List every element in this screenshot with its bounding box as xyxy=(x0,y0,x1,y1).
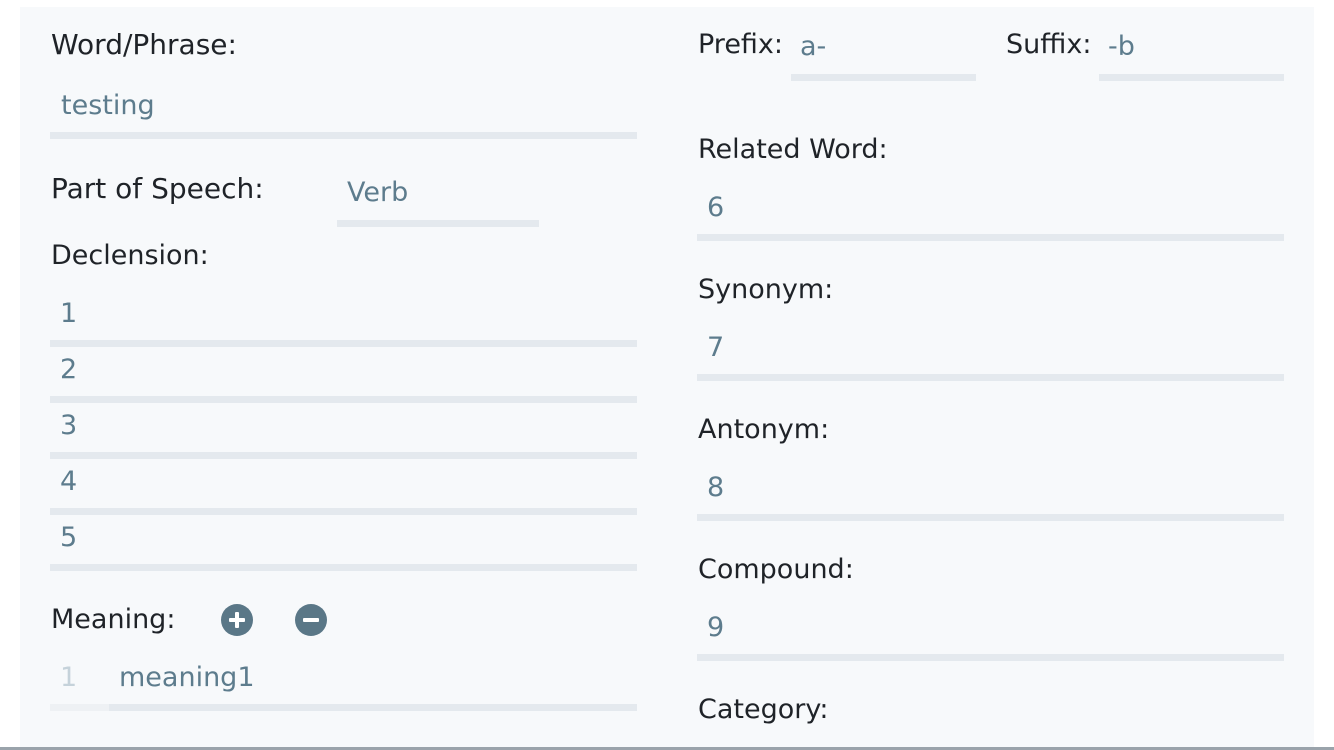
prefix-underline xyxy=(791,74,976,81)
declension-field-2[interactable]: 2 xyxy=(60,354,77,385)
meaning-index: 1 xyxy=(60,662,78,693)
minus-circle-icon xyxy=(303,618,319,622)
declension-underline-4 xyxy=(50,508,637,515)
antonym-underline xyxy=(697,514,1284,521)
suffix-field[interactable]: -b xyxy=(1108,31,1135,62)
synonym-underline xyxy=(697,374,1284,381)
compound-label: Compound: xyxy=(698,554,854,585)
declension-field-4[interactable]: 4 xyxy=(60,466,77,497)
related-word-underline xyxy=(697,234,1284,241)
part-of-speech-label: Part of Speech: xyxy=(51,172,264,205)
related-word-field[interactable]: 6 xyxy=(707,192,724,223)
meaning-label: Meaning: xyxy=(51,604,176,635)
suffix-underline xyxy=(1099,74,1284,81)
declension-underline-1 xyxy=(50,340,637,347)
part-of-speech-underline xyxy=(337,220,539,227)
prefix-field[interactable]: a- xyxy=(800,31,826,62)
word-phrase-underline xyxy=(50,132,637,139)
synonym-label: Synonym: xyxy=(698,274,834,305)
declension-field-1[interactable]: 1 xyxy=(60,298,77,329)
declension-underline-3 xyxy=(50,452,637,459)
word-phrase-label: Word/Phrase: xyxy=(51,28,237,61)
suffix-label: Suffix: xyxy=(1006,29,1092,60)
prefix-label: Prefix: xyxy=(698,29,784,60)
antonym-label: Antonym: xyxy=(698,414,830,445)
declension-field-5[interactable]: 5 xyxy=(60,522,77,553)
category-label: Category: xyxy=(698,694,829,725)
part-of-speech-field[interactable]: Verb xyxy=(347,177,408,208)
declension-field-3[interactable]: 3 xyxy=(60,410,77,441)
declension-underline-2 xyxy=(50,396,637,403)
add-meaning-button[interactable] xyxy=(221,604,253,636)
compound-field[interactable]: 9 xyxy=(707,612,724,643)
word-phrase-field[interactable]: testing xyxy=(61,90,155,121)
antonym-field[interactable]: 8 xyxy=(707,472,724,503)
remove-meaning-button[interactable] xyxy=(295,604,327,636)
meaning-underline-1 xyxy=(109,704,637,711)
compound-underline xyxy=(697,654,1284,661)
meaning-field-1[interactable]: meaning1 xyxy=(119,662,255,693)
meaning-index-underline xyxy=(50,704,109,711)
related-word-label: Related Word: xyxy=(698,134,888,165)
declension-label: Declension: xyxy=(51,240,209,271)
declension-underline-5 xyxy=(50,564,637,571)
synonym-field[interactable]: 7 xyxy=(707,332,724,363)
